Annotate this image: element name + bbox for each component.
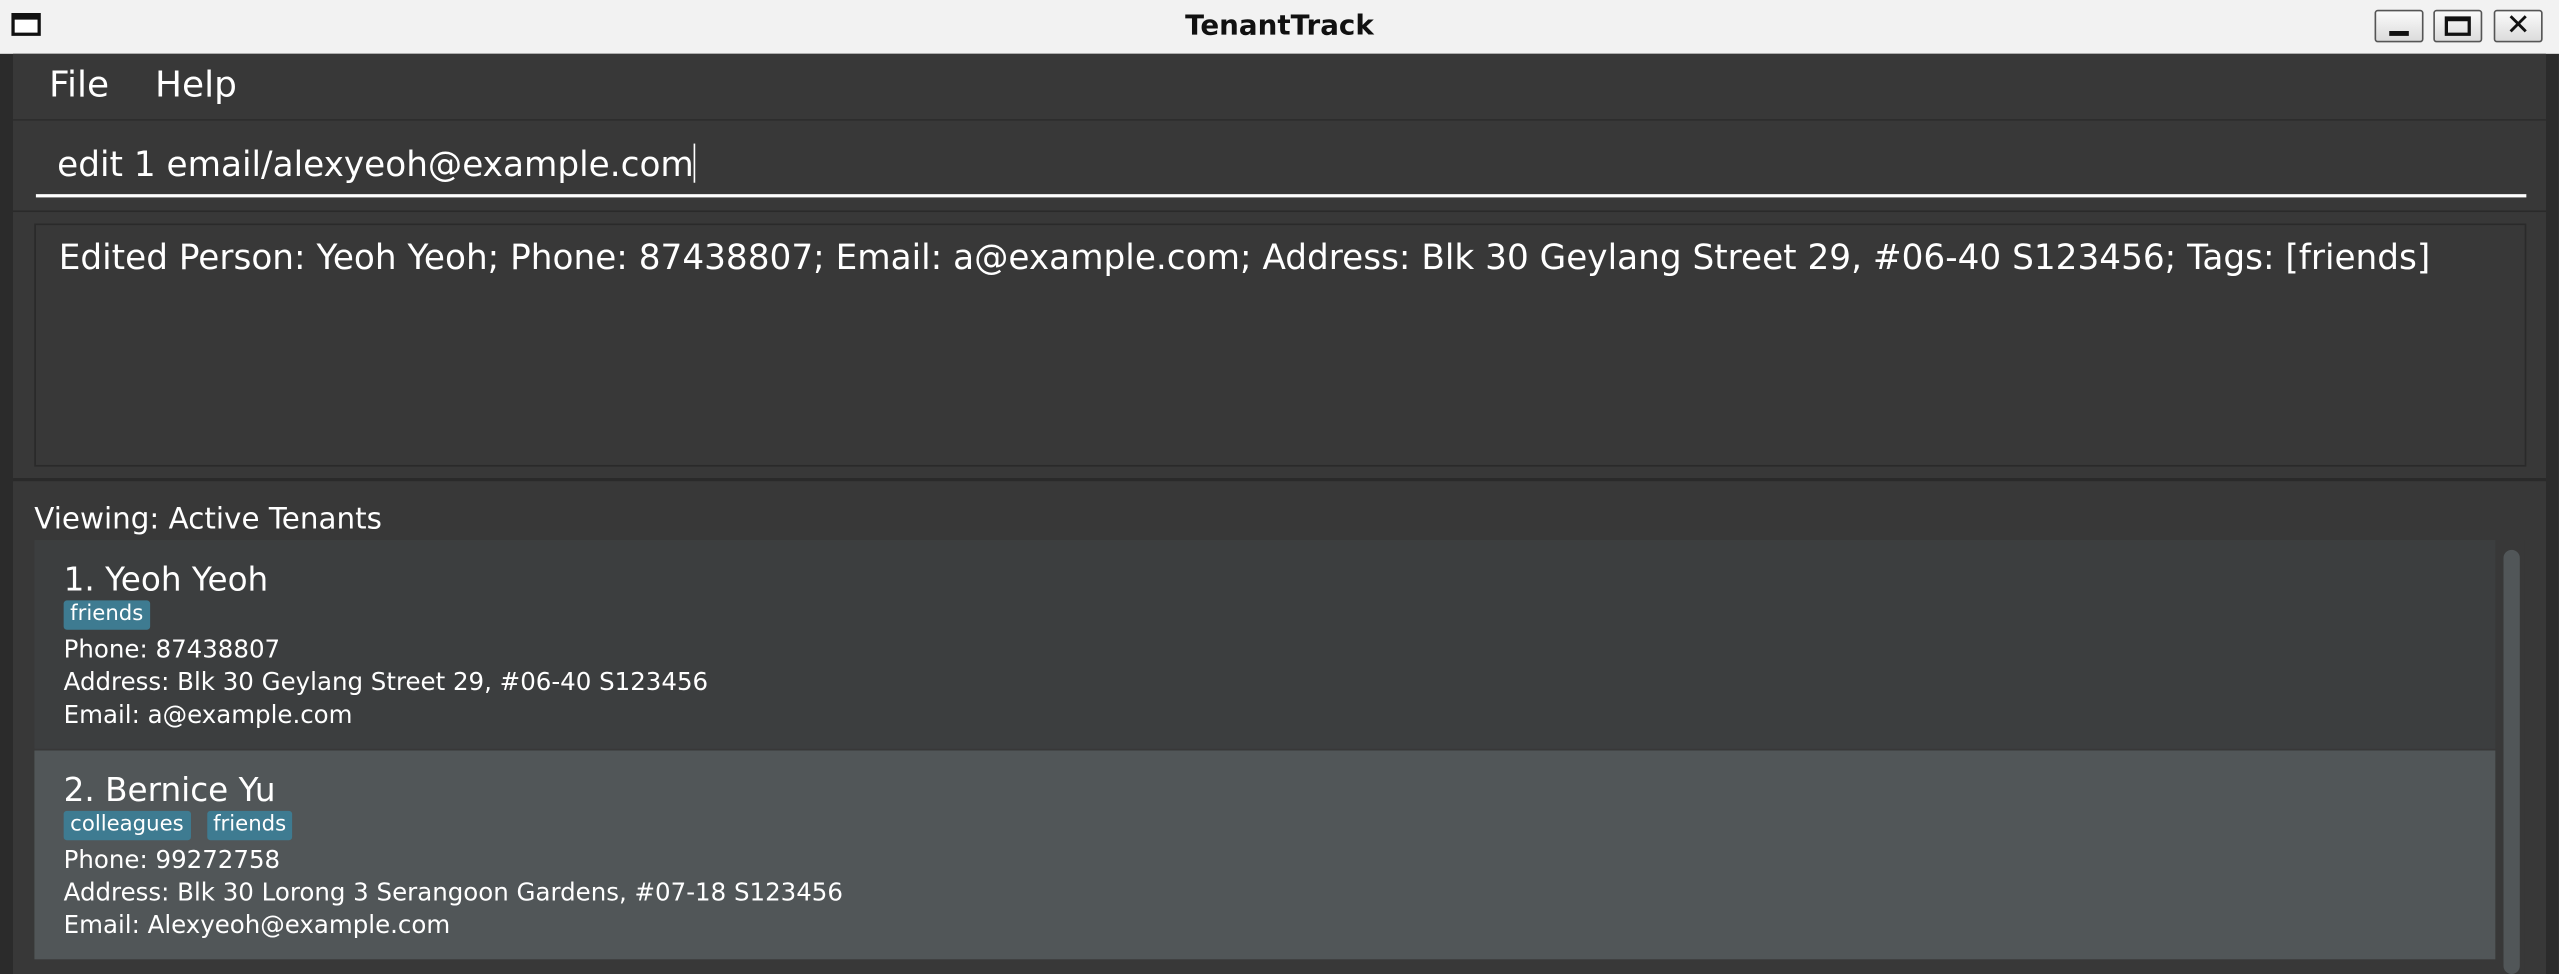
tag: friends [63,600,150,630]
main-window-content: File Help edit 1 email/alexyeoh@example.… [13,53,2546,974]
person-list[interactable]: 1. Yeoh Yeoh friends Phone: 87438807 Add… [34,540,2525,974]
minimize-icon [2389,30,2409,36]
main-window: File Help edit 1 email/alexyeoh@example.… [0,53,2559,974]
person-phone: Phone: 99272758 [63,845,281,875]
maximize-button[interactable] [2433,9,2483,43]
close-button[interactable]: ✕ [2493,8,2543,43]
viewing-label: Viewing: Active Tenants [34,502,382,537]
scrollbar-thumb[interactable] [2503,549,2520,974]
person-card-selected[interactable]: 2. Bernice Yu colleagues friends Phone: … [34,750,2496,960]
person-email: Email: Alexyeoh@example.com [63,910,451,940]
tag: colleagues [63,810,191,841]
menu-bar: File Help [13,53,2546,121]
menu-help[interactable]: Help [155,65,237,106]
window-title: TenantTrack [1185,9,1374,43]
person-name: 1. Yeoh Yeoh [63,559,269,599]
maximize-icon [2444,16,2471,36]
text-caret [693,143,696,183]
person-name: 2. Bernice Yu [63,770,276,810]
person-address: Address: Blk 30 Lorong 3 Serangoon Garde… [63,877,843,908]
title-bar[interactable]: TenantTrack ✕ [0,0,2559,56]
tag-list: friends [63,600,150,630]
menu-file[interactable]: File [49,65,109,106]
vertical-scrollbar[interactable] [2498,540,2525,974]
person-list-panel: Viewing: Active Tenants 1. Yeoh Yeoh fri… [13,481,2546,974]
close-icon: ✕ [2505,8,2531,43]
person-card[interactable]: 1. Yeoh Yeoh friends Phone: 87438807 Add… [34,540,2496,749]
result-display[interactable]: Edited Person: Yeoh Yeoh; Phone: 8743880… [34,223,2527,467]
app-stage: TenantTrack ✕ File Help edit 1 email/ale… [0,0,2559,974]
minimize-button[interactable] [2374,9,2424,43]
person-email: Email: a@example.com [63,699,353,730]
result-message: Edited Person: Yeoh Yeoh; Phone: 8743880… [58,238,2431,278]
command-input-value: edit 1 email/alexyeoh@example.com [57,145,694,185]
app-root: TenantTrack ✕ File Help edit 1 email/ale… [0,0,2559,974]
tag: friends [206,810,293,841]
tag-list: colleagues friends [63,810,293,841]
command-input-text: edit 1 email/alexyeoh@example.com [57,143,696,185]
command-box: edit 1 email/alexyeoh@example.com [13,120,2546,213]
person-phone: Phone: 87438807 [63,634,281,665]
result-display-panel: Edited Person: Yeoh Yeoh; Phone: 8743880… [13,212,2546,482]
person-address: Address: Blk 30 Geylang Street 29, #06-4… [63,667,709,697]
